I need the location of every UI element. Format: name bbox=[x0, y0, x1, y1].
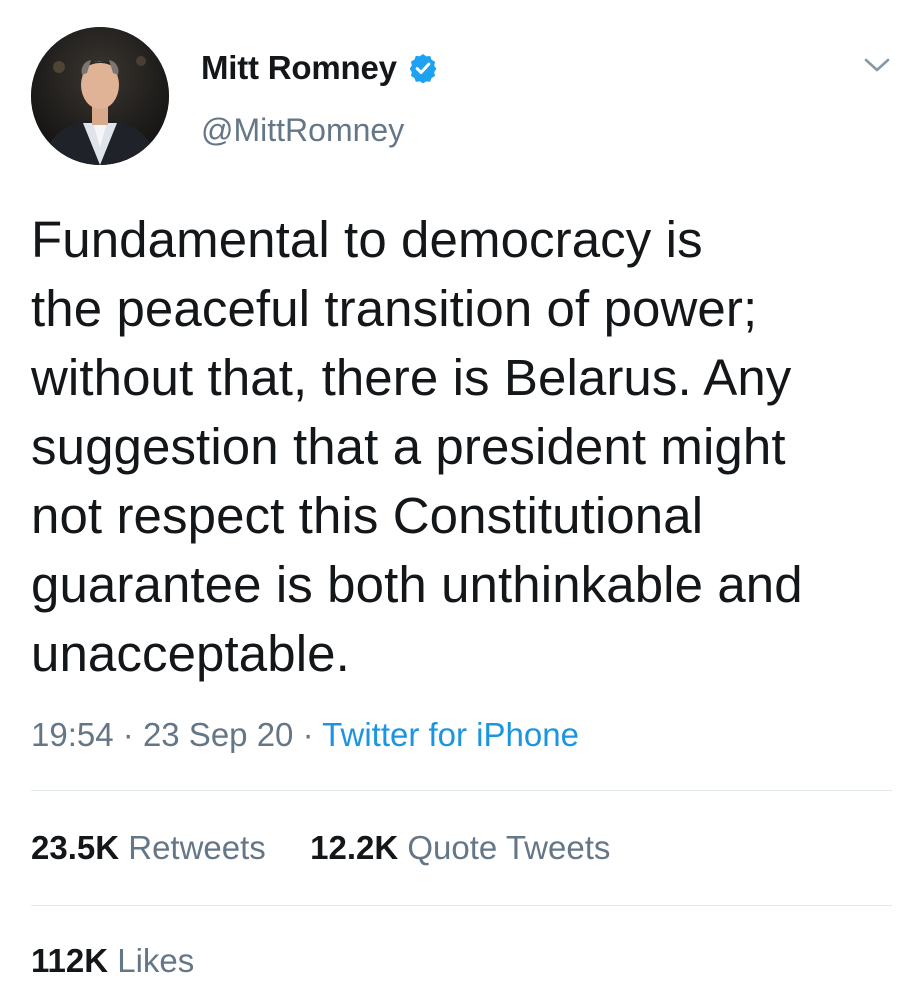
verified-badge-icon bbox=[407, 52, 439, 84]
tweet-line: guarantee is both unthinkable and bbox=[31, 556, 803, 613]
tweet-meta: 19:54 · 23 Sep 20 · Twitter for iPhone bbox=[31, 716, 579, 754]
likes-label: Likes bbox=[117, 942, 195, 979]
tweet-line: the peaceful transition of power; bbox=[31, 280, 758, 337]
author-display-name[interactable]: Mitt Romney bbox=[201, 49, 397, 87]
divider bbox=[31, 905, 892, 906]
retweets-label: Retweets bbox=[128, 829, 266, 866]
author-handle[interactable]: @MittRomney bbox=[201, 112, 404, 149]
likes-stat[interactable]: 112K Likes bbox=[31, 942, 194, 980]
avatar[interactable] bbox=[31, 27, 169, 165]
avatar-image bbox=[31, 27, 169, 165]
tweet-line: without that, there is Belarus. Any bbox=[31, 349, 792, 406]
tweet-line: Fundamental to democracy is bbox=[31, 211, 703, 268]
tweet-line: not respect this Constitutional bbox=[31, 487, 704, 544]
tweet-time[interactable]: 19:54 bbox=[31, 716, 114, 753]
author-name-row[interactable]: Mitt Romney bbox=[201, 47, 439, 89]
retweets-count: 23.5K bbox=[31, 829, 120, 866]
retweets-stat[interactable]: 23.5K Retweets bbox=[31, 829, 275, 866]
meta-separator: · bbox=[302, 716, 314, 753]
divider bbox=[31, 790, 892, 791]
quote-tweets-stat[interactable]: 12.2K Quote Tweets bbox=[310, 829, 610, 866]
tweet-date[interactable]: 23 Sep 20 bbox=[143, 716, 293, 753]
tweet-source-link[interactable]: Twitter for iPhone bbox=[322, 716, 579, 753]
tweet-line: suggestion that a president might bbox=[31, 418, 786, 475]
tweet-line: unacceptable. bbox=[31, 625, 350, 682]
tweet-text: Fundamental to democracy is the peaceful… bbox=[31, 205, 886, 688]
quote-tweets-count: 12.2K bbox=[310, 829, 399, 866]
chevron-down-icon[interactable] bbox=[862, 52, 892, 78]
likes-count: 112K bbox=[31, 942, 109, 979]
engagement-stats: 23.5K Retweets 12.2K Quote Tweets bbox=[31, 829, 610, 867]
quote-tweets-label: Quote Tweets bbox=[407, 829, 611, 866]
meta-separator: · bbox=[122, 716, 134, 753]
